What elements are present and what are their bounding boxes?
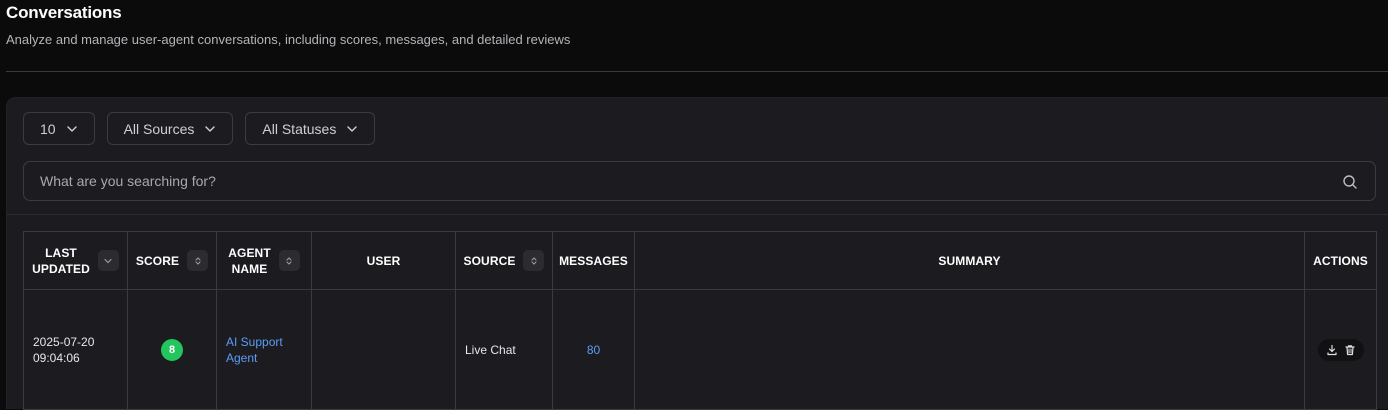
conversations-table: LAST UPDATED SCORE AGENT NAME USER SOURC… <box>23 231 1377 410</box>
col-score-label: SCORE <box>135 253 180 268</box>
header-divider <box>6 71 1388 72</box>
page-header: Conversations Analyze and manage user-ag… <box>6 3 570 47</box>
agent-name-line-2: Agent <box>226 350 258 365</box>
cell-source: Live Chat <box>455 289 553 410</box>
sort-button[interactable] <box>278 250 300 271</box>
status-filter-value: All Statuses <box>262 120 337 137</box>
filter-bar: 10 All Sources All Statuses <box>23 112 376 145</box>
score-badge: 8 <box>161 338 183 361</box>
col-score[interactable]: SCORE <box>127 231 217 290</box>
sort-updown-icon <box>195 256 201 265</box>
chevron-down-icon <box>104 258 113 263</box>
sort-button[interactable] <box>523 250 545 271</box>
section-divider <box>7 214 1388 215</box>
sort-updown-icon <box>286 256 292 265</box>
cell-messages[interactable]: 80 <box>552 289 635 410</box>
page-subtitle: Analyze and manage user-agent conversati… <box>6 32 571 47</box>
col-messages: MESSAGES <box>552 231 635 290</box>
cell-user <box>311 289 456 410</box>
col-actions: ACTIONS <box>1304 231 1377 290</box>
source-filter-dropdown[interactable]: All Sources <box>106 112 234 145</box>
page-title: Conversations <box>6 3 122 22</box>
sort-desc-button[interactable] <box>97 250 119 271</box>
search-box <box>23 161 1376 201</box>
col-last-updated-label-2: UPDATED <box>32 261 90 276</box>
cell-actions <box>1304 289 1377 410</box>
search-input[interactable] <box>24 162 1375 200</box>
conversations-panel: 10 All Sources All Statuses LASTUPDATED <box>6 97 1388 410</box>
col-summary: SUMMARY <box>634 231 1305 290</box>
col-source-label: SOURCE <box>463 253 516 268</box>
date-text: 2025-07-20 <box>33 334 95 349</box>
delete-button[interactable] <box>1344 344 1356 356</box>
chevron-down-icon <box>347 125 358 132</box>
source-filter-value: All Sources <box>123 120 195 137</box>
trash-icon <box>1344 344 1355 355</box>
col-agent-name-label-1: AGENT <box>228 245 271 260</box>
col-agent-name-label-2: NAME <box>231 261 268 276</box>
col-last-updated-label-1: LAST <box>45 245 77 260</box>
download-button[interactable] <box>1326 344 1338 356</box>
cell-last-updated: 2025-07-20 09:04:06 <box>23 289 128 410</box>
col-source[interactable]: SOURCE <box>455 231 553 290</box>
cell-agent-name[interactable]: AI Support Agent <box>216 289 312 410</box>
chevron-down-icon <box>66 125 77 132</box>
status-filter-dropdown[interactable]: All Statuses <box>245 112 376 145</box>
page-size-dropdown[interactable]: 10 <box>23 112 95 145</box>
col-last-updated[interactable]: LAST UPDATED <box>23 231 128 290</box>
cell-score: 8 <box>127 289 217 410</box>
table-header-row: LAST UPDATED SCORE AGENT NAME USER SOURC… <box>23 231 1377 290</box>
sort-updown-icon <box>531 256 537 265</box>
table-row[interactable]: 2025-07-20 09:04:06 8 AI Support Agent L… <box>23 289 1377 410</box>
search-icon[interactable] <box>1342 174 1358 190</box>
col-agent-name[interactable]: AGENT NAME <box>216 231 312 290</box>
col-user: USER <box>311 231 456 290</box>
chevron-down-icon <box>205 125 216 132</box>
page-size-value: 10 <box>40 120 56 137</box>
download-icon <box>1326 344 1337 355</box>
sort-button[interactable] <box>187 250 209 271</box>
time-text: 09:04:06 <box>33 350 80 365</box>
cell-summary <box>634 289 1305 410</box>
agent-name-line-1: AI Support <box>226 334 283 349</box>
row-actions <box>1317 338 1364 361</box>
